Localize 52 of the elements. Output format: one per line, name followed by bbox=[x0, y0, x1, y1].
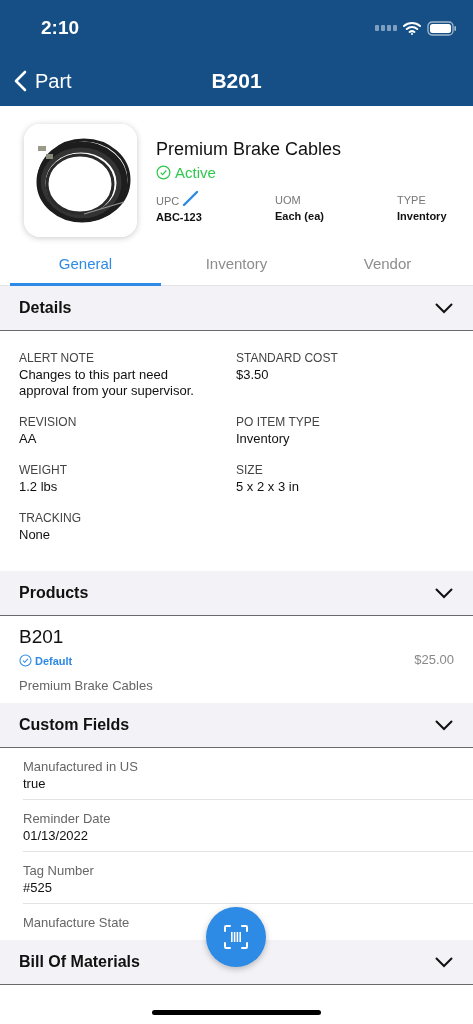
chevron-left-icon bbox=[14, 70, 27, 92]
chevron-down-icon bbox=[435, 587, 453, 599]
status-badge: Active bbox=[156, 164, 216, 181]
chevron-down-icon bbox=[435, 719, 453, 731]
back-button[interactable]: Part bbox=[14, 69, 72, 93]
field-label: REVISION bbox=[19, 415, 78, 429]
field-value: 01/13/2022 bbox=[23, 828, 90, 843]
section-header[interactable]: Custom Fields bbox=[0, 703, 473, 748]
section-header[interactable]: Products bbox=[0, 571, 473, 616]
field-label: Manufacture State bbox=[23, 915, 131, 930]
barcode-scan-button[interactable] bbox=[206, 907, 266, 967]
attribute-value: ABC-123 bbox=[156, 211, 203, 223]
field-value: Inventory bbox=[236, 431, 291, 447]
attribute-label: UPC bbox=[156, 195, 180, 207]
default-badge: Default bbox=[19, 654, 73, 667]
field-value: None bbox=[19, 527, 52, 543]
chevron-down-icon bbox=[435, 956, 453, 968]
wifi-icon bbox=[403, 21, 421, 35]
barcode-scan-icon bbox=[223, 924, 249, 950]
section-header[interactable]: Bill Of Materials bbox=[0, 940, 473, 985]
field-label: TRACKING bbox=[19, 511, 82, 525]
attribute-value: Inventory bbox=[397, 210, 448, 222]
field-label: PO ITEM TYPE bbox=[236, 415, 321, 429]
attribute-label: TYPE bbox=[397, 194, 426, 206]
field-label: ALERT NOTE bbox=[19, 351, 95, 365]
field-label: Manufactured in US bbox=[23, 759, 139, 774]
pencil-icon[interactable] bbox=[182, 190, 200, 207]
attribute-label: UOM bbox=[275, 194, 301, 206]
cellular-signal-icon bbox=[375, 25, 397, 31]
status-time: 2:10 bbox=[41, 17, 80, 39]
field-value: #525 bbox=[23, 880, 53, 895]
product-price: $25.00 bbox=[414, 652, 454, 667]
field-value: Changes to this part need approval from your supervisor. bbox=[19, 367, 195, 399]
field-value: 1.2 lbs bbox=[19, 479, 59, 495]
field-value: true bbox=[23, 776, 47, 791]
section-header[interactable]: Details bbox=[0, 286, 473, 331]
field-value: 5 x 2 x 3 in bbox=[236, 479, 300, 495]
field-label: Tag Number bbox=[23, 863, 95, 878]
field-label: WEIGHT bbox=[19, 463, 68, 477]
attribute-value: Each (ea) bbox=[275, 210, 325, 222]
battery-icon bbox=[427, 20, 457, 36]
field-label: Reminder Date bbox=[23, 811, 112, 826]
field-label: SIZE bbox=[236, 463, 264, 477]
field-value: AA bbox=[19, 431, 38, 447]
product-code: B201 bbox=[19, 626, 65, 648]
product-description: Premium Brake Cables bbox=[19, 678, 153, 693]
part-name: Premium Brake Cables bbox=[156, 139, 343, 160]
field-label: STANDARD COST bbox=[236, 351, 339, 365]
field-value: $3.50 bbox=[236, 367, 270, 383]
product-row[interactable]: B201 Default Premium Brake Cables $25.00 bbox=[0, 616, 473, 703]
chevron-down-icon bbox=[435, 302, 453, 314]
screen-title: B201 bbox=[211, 69, 262, 93]
